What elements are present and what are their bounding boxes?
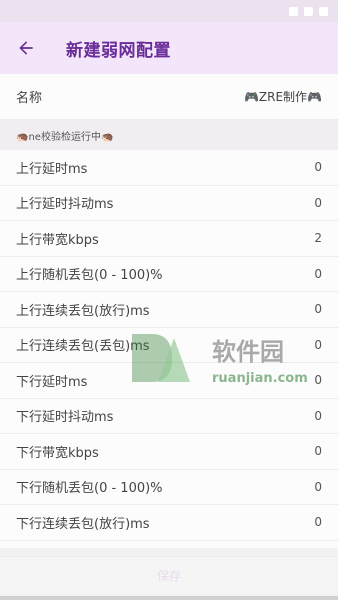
back-button[interactable]: [0, 22, 52, 74]
param-label: 下行连续丢包(放行)ms: [16, 516, 150, 532]
param-value: 0: [314, 373, 322, 388]
nav-bar: [0, 596, 338, 600]
param-value: 0: [314, 302, 322, 317]
param-label: 上行带宽kbps: [16, 232, 99, 248]
param-value: 2: [314, 231, 322, 246]
param-row[interactable]: 下行连续丢包(放行)ms 0: [0, 505, 338, 541]
section-header: 🦔ne校验检运行中🦔: [0, 120, 338, 150]
name-value: 🎮ZRE制作🎮: [243, 90, 322, 104]
param-label: 下行延时ms: [16, 374, 88, 390]
param-row[interactable]: 下行延时抖动ms 0: [0, 399, 338, 434]
app-bar: 新建弱网配置: [0, 22, 338, 74]
status-bar: [0, 0, 338, 22]
param-value: 0: [314, 479, 322, 494]
param-row[interactable]: 上行延时抖动ms 0: [0, 186, 338, 221]
param-row[interactable]: 上行延时ms 0: [0, 150, 338, 186]
save-button[interactable]: 保存: [0, 556, 338, 594]
name-label: 名称: [16, 91, 43, 106]
param-row[interactable]: 上行随机丢包(0 - 100)% 0: [0, 257, 338, 292]
param-row[interactable]: 下行带宽kbps 0: [0, 434, 338, 470]
name-row[interactable]: 名称 🎮ZRE制作🎮: [0, 74, 338, 120]
param-value: 0: [314, 515, 322, 530]
param-value: 0: [314, 337, 322, 352]
signal-icon: [289, 6, 298, 16]
param-label: 下行随机丢包(0 - 100)%: [16, 481, 163, 497]
param-row[interactable]: 上行连续丢包(放行)ms 0: [0, 292, 338, 328]
battery-icon: [319, 6, 328, 16]
param-label: 上行延时ms: [16, 161, 88, 177]
param-label: 上行随机丢包(0 - 100)%: [16, 268, 163, 284]
wifi-icon: [304, 6, 313, 16]
param-value: 0: [314, 266, 322, 281]
arrow-back-icon: [19, 41, 33, 55]
page-title: 新建弱网配置: [66, 40, 171, 61]
param-value: 0: [314, 444, 322, 459]
param-row[interactable]: 下行随机丢包(0 - 100)% 0: [0, 470, 338, 505]
param-list: 上行延时ms 0 上行延时抖动ms 0 上行带宽kbps 2 上行随机丢包(0 - 100)…: [0, 150, 338, 541]
param-row[interactable]: 上行带宽kbps 2: [0, 221, 338, 257]
param-label: 上行连续丢包(丢包)ms: [16, 339, 150, 355]
config-form: 名称 🎮ZRE制作🎮 🦔ne校验检运行中🦔 上行延时ms 0 上行延时抖动ms 0 上行…: [0, 74, 338, 548]
status-icons: [289, 6, 328, 16]
param-label: 下行延时抖动ms: [16, 410, 114, 426]
param-value: 0: [314, 195, 322, 210]
param-value: 0: [314, 160, 322, 175]
param-label: 下行带宽kbps: [16, 445, 99, 461]
param-value: 0: [314, 408, 322, 423]
param-row[interactable]: 上行连续丢包(丢包)ms 0: [0, 328, 338, 363]
param-label: 上行延时抖动ms: [16, 197, 114, 213]
param-row[interactable]: 下行延时ms 0: [0, 363, 338, 399]
param-label: 上行连续丢包(放行)ms: [16, 303, 150, 319]
